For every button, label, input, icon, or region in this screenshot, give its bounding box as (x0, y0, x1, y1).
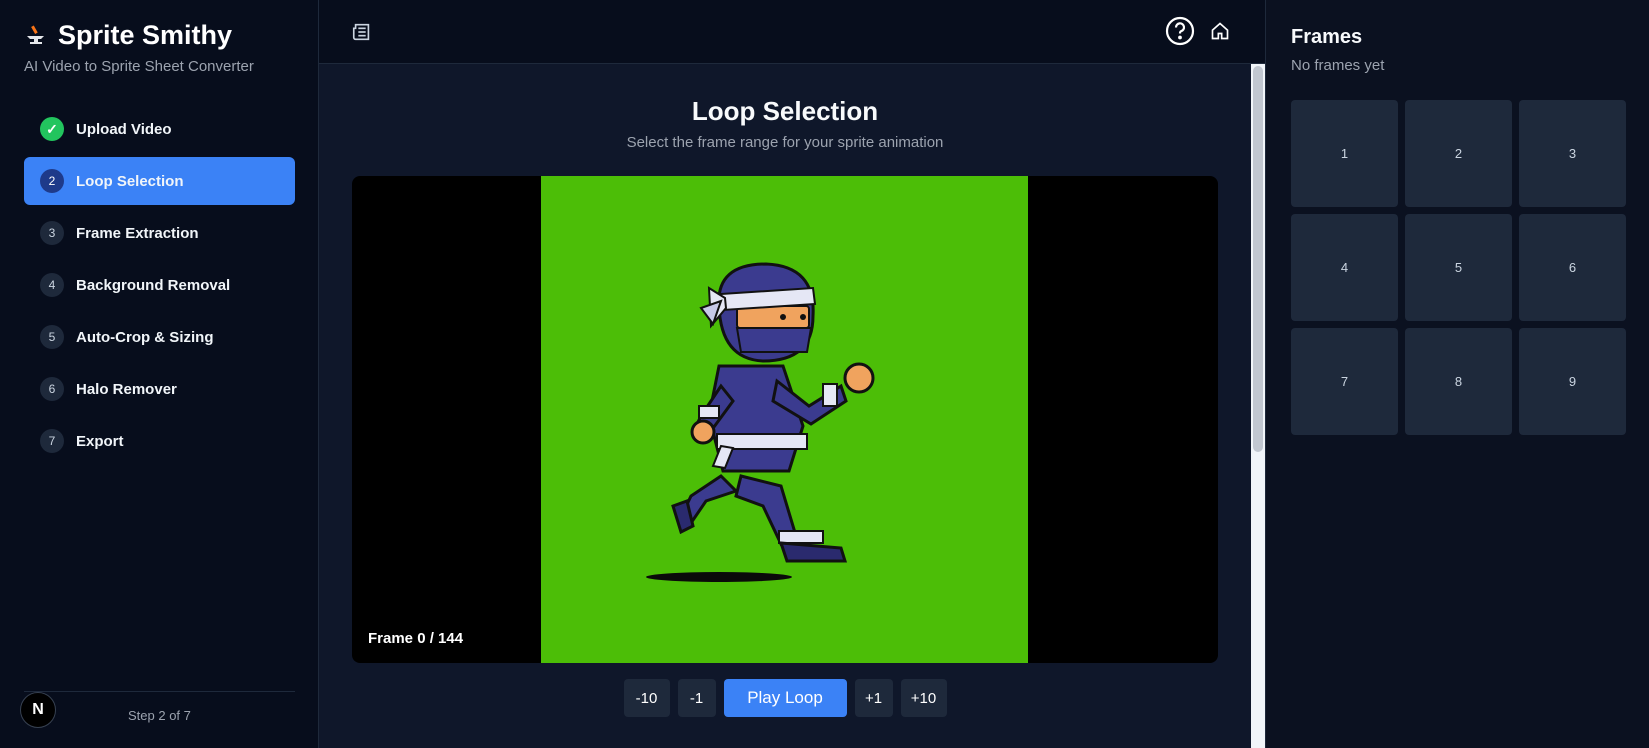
frame-slot: 2 (1405, 100, 1512, 207)
home-icon[interactable] (1209, 20, 1231, 42)
frame-slot: 4 (1291, 214, 1398, 321)
dev-badge[interactable]: N (20, 692, 56, 728)
frames-grid: 1 2 3 4 5 6 7 8 9 (1291, 100, 1627, 435)
back-1-button[interactable]: -1 (677, 679, 716, 717)
step-number: 2 (40, 169, 64, 193)
step-number: 7 (40, 429, 64, 453)
news-icon[interactable] (350, 20, 374, 44)
frames-title: Frames (1291, 26, 1363, 48)
step-label: Export (76, 432, 124, 450)
frames-empty-text: No frames yet (1291, 57, 1385, 74)
video-preview[interactable]: Frame 0 / 144 (352, 176, 1218, 663)
step-label: Auto-Crop & Sizing (76, 328, 214, 346)
app-window: Sprite Smithy AI Video to Sprite Sheet C… (0, 0, 1649, 748)
back-10-button[interactable]: -10 (623, 679, 670, 717)
ninja-sprite (646, 262, 875, 582)
playback-controls: -10 -1 Play Loop +1 +10 (319, 679, 1251, 717)
forward-1-button[interactable]: +1 (854, 679, 893, 717)
step-label: Upload Video (76, 120, 172, 138)
frame-slot: 3 (1519, 100, 1626, 207)
steps-nav: ✓ Upload Video 2 Loop Selection 3 Frame … (24, 105, 295, 469)
play-loop-button[interactable]: Play Loop (723, 679, 847, 717)
scrollbar-thumb[interactable] (1253, 66, 1263, 452)
step-auto-crop-sizing[interactable]: 5 Auto-Crop & Sizing (24, 313, 295, 361)
frame-slot: 1 (1291, 100, 1398, 207)
frame-slot: 8 (1405, 328, 1512, 435)
frame-counter: Frame 0 / 144 (368, 630, 464, 647)
frame-slot: 7 (1291, 328, 1398, 435)
check-icon: ✓ (40, 117, 64, 141)
brand: Sprite Smithy (24, 20, 232, 51)
step-loop-selection[interactable]: 2 Loop Selection (24, 157, 295, 205)
app-subtitle: AI Video to Sprite Sheet Converter (24, 58, 254, 75)
forward-10-button[interactable]: +10 (900, 679, 947, 717)
green-screen-frame (541, 176, 1028, 663)
step-background-removal[interactable]: 4 Background Removal (24, 261, 295, 309)
frame-slot: 9 (1519, 328, 1626, 435)
main-scrollbar[interactable] (1251, 64, 1265, 748)
step-label: Halo Remover (76, 380, 177, 398)
anvil-icon (24, 24, 48, 48)
help-icon[interactable] (1165, 16, 1195, 46)
step-label: Background Removal (76, 276, 231, 294)
frames-panel: Frames No frames yet 1 2 3 4 5 6 7 8 9 (1265, 0, 1649, 748)
sidebar: Sprite Smithy AI Video to Sprite Sheet C… (0, 0, 319, 748)
step-number: 3 (40, 221, 64, 245)
step-export[interactable]: 7 Export (24, 417, 295, 465)
step-counter: Step 2 of 7 (128, 708, 191, 723)
step-number: 6 (40, 377, 64, 401)
page-subtitle: Select the frame range for your sprite a… (626, 134, 944, 151)
page-title: Loop Selection (691, 96, 879, 126)
main-content: Loop Selection Select the frame range fo… (319, 64, 1251, 748)
step-halo-remover[interactable]: 6 Halo Remover (24, 365, 295, 413)
frame-slot: 6 (1519, 214, 1626, 321)
top-bar (319, 0, 1265, 64)
step-label: Loop Selection (76, 172, 184, 190)
sidebar-divider (24, 691, 295, 692)
frame-slot: 5 (1405, 214, 1512, 321)
step-number: 4 (40, 273, 64, 297)
step-upload-video[interactable]: ✓ Upload Video (24, 105, 295, 153)
main-area: Loop Selection Select the frame range fo… (319, 0, 1265, 748)
step-frame-extraction[interactable]: 3 Frame Extraction (24, 209, 295, 257)
step-number: 5 (40, 325, 64, 349)
app-title: Sprite Smithy (58, 20, 233, 50)
step-label: Frame Extraction (76, 224, 199, 242)
